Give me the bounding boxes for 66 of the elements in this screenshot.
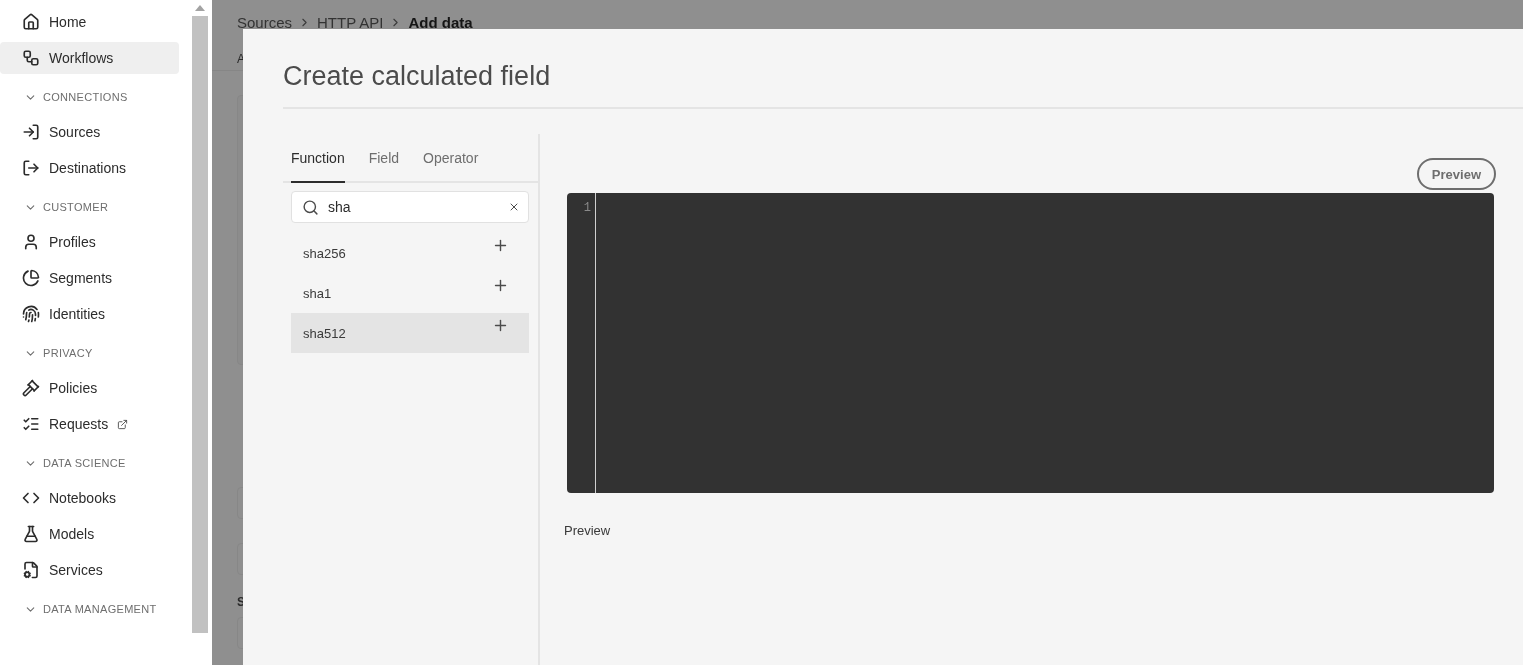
nav-label: Workflows: [49, 50, 114, 66]
nav-item[interactable]: Identities: [0, 298, 179, 330]
person-icon: [22, 233, 40, 251]
section-header[interactable]: DATA SCIENCE: [0, 452, 189, 474]
flow-icon: [22, 49, 40, 67]
section-header[interactable]: CUSTOMER: [0, 196, 189, 218]
nav-item[interactable]: Segments: [0, 262, 179, 294]
nav-item[interactable]: Destinations: [0, 152, 179, 184]
section-header[interactable]: CONNECTIONS: [0, 86, 189, 108]
section-header[interactable]: PRIVACY: [0, 342, 189, 364]
gavel-icon: [22, 379, 40, 397]
section-label: PRIVACY: [43, 347, 93, 359]
code-editor[interactable]: 1: [567, 193, 1494, 493]
flask-icon: [22, 525, 40, 543]
nav-label: Models: [49, 526, 95, 542]
function-item[interactable]: sha256: [291, 233, 529, 273]
nav-item[interactable]: Workflows: [0, 42, 179, 74]
clear-icon[interactable]: [508, 201, 520, 213]
pie-icon: [22, 269, 40, 287]
nav-item[interactable]: Home: [0, 6, 179, 38]
section-header[interactable]: DATA MANAGEMENT: [0, 598, 189, 620]
nav-item[interactable]: Notebooks: [0, 482, 179, 514]
section-label: CUSTOMER: [43, 201, 109, 213]
section-label: DATA SCIENCE: [43, 457, 126, 469]
function-name: sha256: [303, 246, 346, 263]
nav-item[interactable]: Models: [0, 518, 179, 550]
breadcrumb-item[interactable]: Sources: [237, 13, 293, 31]
section-label: CONNECTIONS: [43, 91, 128, 103]
nav-label: Notebooks: [49, 490, 116, 506]
nav-label: Services: [49, 562, 103, 578]
function-name: sha512: [303, 326, 346, 343]
nav-item[interactable]: Requests: [0, 408, 179, 440]
section-label: DATA MANAGEMENT: [43, 603, 157, 615]
function-name: sha1: [303, 286, 332, 303]
nav-label: Home: [49, 14, 87, 30]
preview-label: Preview: [564, 523, 612, 538]
nav-label: Profiles: [49, 234, 96, 250]
nav-label: Destinations: [49, 160, 127, 176]
function-item[interactable]: sha512: [291, 313, 529, 353]
gear-file-icon: [22, 561, 40, 579]
home-icon: [22, 13, 40, 31]
fingerprint-icon: [22, 305, 40, 323]
nav-item[interactable]: Services: [0, 554, 179, 586]
nav-label: Segments: [49, 270, 113, 286]
sign-out-icon: [22, 159, 40, 177]
nav-label: Sources: [49, 124, 101, 140]
checklist-icon: [22, 415, 40, 433]
search-icon: [302, 198, 319, 216]
breadcrumb-item[interactable]: HTTP API: [317, 13, 384, 31]
nav-label: Requests: [49, 416, 109, 432]
tab[interactable]: Function: [291, 134, 345, 183]
function-item[interactable]: sha1: [291, 273, 529, 313]
tab[interactable]: Field: [368, 134, 400, 183]
tab[interactable]: Operator: [423, 134, 479, 183]
search-field[interactable]: sha: [291, 191, 529, 223]
nav-label: Policies: [49, 380, 98, 396]
line-number: 1: [583, 201, 591, 215]
scrollbar-thumb[interactable]: [192, 16, 208, 633]
nav-item[interactable]: Policies: [0, 372, 179, 404]
sign-in-icon: [22, 123, 40, 141]
nav-item[interactable]: Profiles: [0, 226, 179, 258]
breadcrumb-item: Add data: [408, 13, 473, 31]
nav-label: Identities: [49, 306, 106, 322]
dialog-title: Create calculated field: [283, 61, 552, 93]
nav-item[interactable]: Sources: [0, 116, 179, 148]
preview-button[interactable]: Preview: [1416, 158, 1496, 190]
